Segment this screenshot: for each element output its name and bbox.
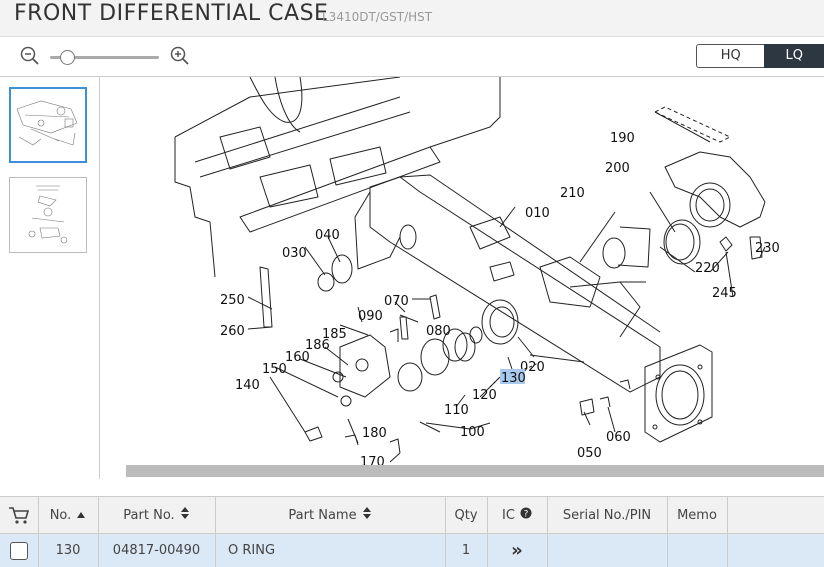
part-label-180[interactable]: 180 (362, 426, 387, 441)
part-label-080[interactable]: 080 (426, 324, 451, 339)
zoom-slider-thumb[interactable] (60, 50, 76, 65)
row-no: 130 (55, 543, 81, 558)
help-icon[interactable]: ? (520, 507, 532, 523)
diagram-thumbnail-icon (28, 185, 68, 244)
part-label-220[interactable]: 220 (695, 261, 720, 276)
col-serial: Serial No./PIN (562, 507, 652, 523)
col-no-label: No. (49, 507, 72, 523)
part-label-060[interactable]: 060 (606, 430, 631, 445)
part-label-100[interactable]: 100 (460, 425, 485, 440)
part-label-140[interactable]: 140 (235, 378, 260, 393)
hq-button[interactable]: HQ (696, 44, 765, 68)
thumbnail-page-2[interactable] (9, 177, 87, 253)
part-label-190[interactable]: 190 (610, 131, 635, 146)
page-title: FRONT DIFFERENTIAL CASE (14, 1, 329, 26)
thumbnail-page-1[interactable] (9, 87, 87, 163)
part-label-030[interactable]: 030 (282, 246, 307, 261)
row-memo[interactable] (667, 534, 727, 567)
table-row[interactable]: 130 04817-00490 O RING 1 » (0, 534, 824, 567)
part-label-130[interactable]: 130 (501, 371, 526, 386)
part-label-110[interactable]: 110 (444, 403, 469, 418)
col-ic: IC ? (487, 497, 547, 533)
part-label-150[interactable]: 150 (262, 362, 287, 377)
col-part-no[interactable]: Part No. (98, 497, 215, 533)
part-label-260[interactable]: 260 (220, 324, 245, 339)
part-label-090[interactable]: 090 (358, 309, 383, 324)
parts-table-header: No. Part No. Part Name Qty IC ? Serial N… (0, 496, 824, 534)
col-ic-label: IC (502, 507, 515, 523)
col-no[interactable]: No. (38, 497, 98, 533)
part-label-040[interactable]: 040 (315, 228, 340, 243)
model-subtitle: L3410DT/GST/HST (322, 10, 433, 24)
diagram-viewer[interactable]: 190 200 210 010 230 220 245 030 040 250 … (100, 77, 824, 479)
part-label-210[interactable]: 210 (560, 186, 585, 201)
sort-asc-icon[interactable] (76, 508, 86, 523)
part-label-200[interactable]: 200 (605, 161, 630, 176)
zoom-out-icon[interactable] (20, 46, 40, 66)
row-qty: 1 (461, 543, 471, 558)
lq-button[interactable]: LQ (764, 44, 824, 68)
col-memo: Memo (677, 507, 717, 523)
sort-icon[interactable] (362, 506, 372, 524)
cart-icon (9, 507, 30, 524)
exploded-parts-diagram: 190 200 210 010 230 220 245 030 040 250 … (174, 77, 780, 470)
quality-toggle: HQ LQ (696, 44, 824, 68)
toolbar: HQ LQ (0, 37, 824, 77)
part-label-050[interactable]: 050 (577, 446, 602, 461)
title-bar: FRONT DIFFERENTIAL CASE L3410DT/GST/HST (0, 0, 824, 37)
part-label-010[interactable]: 010 (525, 206, 550, 221)
col-part-name[interactable]: Part Name (215, 497, 445, 533)
part-label-120[interactable]: 120 (472, 388, 497, 403)
col-part-no-label: Part No. (123, 507, 175, 523)
row-serial (547, 534, 667, 567)
part-label-230[interactable]: 230 (755, 241, 780, 256)
sort-icon[interactable] (180, 506, 190, 524)
part-label-245[interactable]: 245 (712, 286, 737, 301)
horizontal-scrollbar[interactable] (126, 465, 824, 477)
row-ic-expand-icon[interactable]: » (487, 534, 547, 567)
zoom-in-icon[interactable] (170, 46, 190, 66)
row-part-name: O RING (228, 543, 276, 558)
row-checkbox[interactable] (10, 541, 28, 560)
page-thumbnails (0, 77, 100, 479)
svg-text:?: ? (524, 510, 529, 520)
diagram-thumbnail-icon (16, 100, 78, 146)
part-label-160[interactable]: 160 (285, 350, 310, 365)
part-label-250[interactable]: 250 (220, 293, 245, 308)
row-part-no: 04817-00490 (112, 543, 201, 558)
cart-header (0, 497, 38, 533)
col-qty: Qty (454, 507, 478, 523)
col-part-name-label: Part Name (288, 507, 357, 523)
part-label-070[interactable]: 070 (384, 294, 409, 309)
